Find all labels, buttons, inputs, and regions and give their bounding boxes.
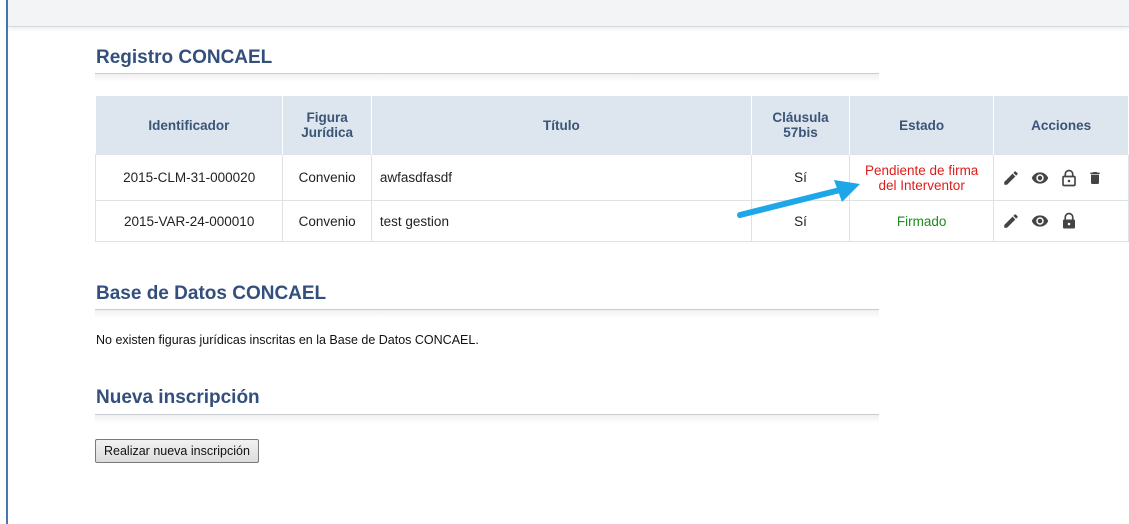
header-titulo: Título bbox=[371, 96, 752, 155]
eye-icon[interactable] bbox=[1029, 212, 1051, 230]
cell-estado: Pendiente de firma del Interventor bbox=[849, 154, 995, 201]
base-datos-divider bbox=[95, 309, 879, 318]
registro-title: Registro CONCAEL bbox=[96, 47, 273, 68]
base-datos-title: Base de Datos CONCAEL bbox=[96, 283, 327, 304]
table-header-row: Identificador Figura Jurídica Título Clá… bbox=[95, 96, 1129, 155]
empty-message: No existen figuras jurídicas inscritas e… bbox=[96, 333, 479, 347]
cell-estado: Firmado bbox=[849, 200, 995, 242]
header-clausula-line1: Cláusula bbox=[772, 110, 829, 125]
registro-table: Identificador Figura Jurídica Título Clá… bbox=[94, 96, 1129, 242]
cell-identificador: 2015-VAR-24-000010 bbox=[94, 200, 284, 242]
cell-acciones bbox=[993, 200, 1129, 242]
cell-titulo: test gestion bbox=[370, 200, 752, 242]
estado-line1: Firmado bbox=[896, 213, 947, 229]
header-figura: Figura Jurídica bbox=[282, 96, 372, 155]
nueva-inscripcion-button[interactable]: Realizar nueva inscripción bbox=[95, 439, 259, 463]
table-row: 2015-VAR-24-000010 Convenio test gestion… bbox=[94, 200, 1129, 242]
eye-icon[interactable] bbox=[1029, 169, 1051, 187]
cell-figura: Convenio bbox=[282, 154, 372, 201]
header-acciones: Acciones bbox=[993, 96, 1129, 155]
pencil-icon[interactable] bbox=[1002, 169, 1020, 187]
pencil-icon[interactable] bbox=[1002, 212, 1020, 230]
cell-titulo: awfasdfasdf bbox=[370, 154, 752, 201]
estado-line1: Pendiente de firma bbox=[865, 162, 979, 178]
trash-icon[interactable] bbox=[1087, 168, 1103, 188]
nueva-inscripcion-title: Nueva inscripción bbox=[96, 387, 260, 408]
header-clausula: Cláusula 57bis bbox=[751, 96, 851, 155]
table-row: 2015-CLM-31-000020 Convenio awfasdfasdf … bbox=[94, 154, 1129, 201]
annotation-arrow-icon bbox=[737, 180, 860, 218]
header-figura-line1: Figura bbox=[306, 110, 348, 125]
top-bar bbox=[8, 0, 1129, 27]
nueva-inscripcion-divider bbox=[95, 414, 879, 423]
estado-line2: del Interventor bbox=[878, 177, 965, 193]
header-estado: Estado bbox=[849, 96, 995, 155]
unlock-icon[interactable] bbox=[1060, 168, 1078, 188]
registro-divider bbox=[95, 73, 879, 82]
cell-identificador: 2015-CLM-31-000020 bbox=[94, 154, 284, 201]
cell-figura: Convenio bbox=[282, 200, 372, 242]
lock-icon[interactable] bbox=[1060, 211, 1078, 231]
header-clausula-line2: 57bis bbox=[783, 125, 818, 140]
cell-acciones bbox=[993, 154, 1129, 201]
header-figura-line2: Jurídica bbox=[301, 125, 353, 140]
header-identificador: Identificador bbox=[95, 96, 284, 155]
